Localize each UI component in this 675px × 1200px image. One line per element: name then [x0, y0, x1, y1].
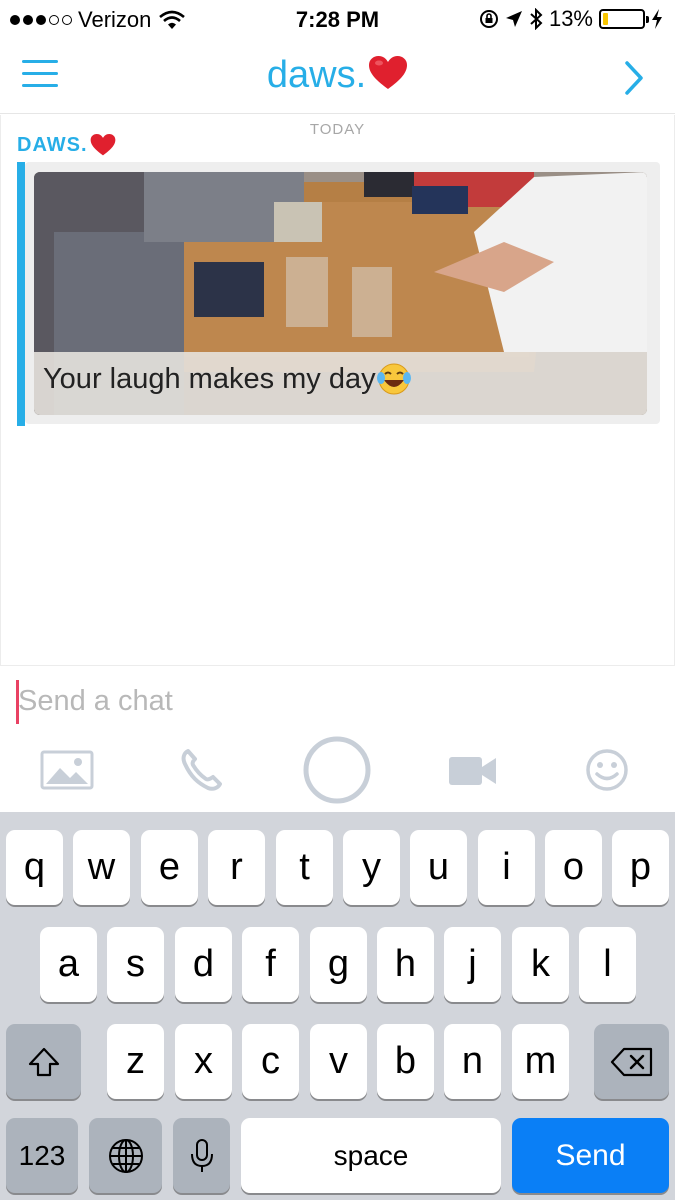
key-h[interactable]: h [377, 927, 434, 1002]
key-u[interactable]: u [410, 830, 467, 905]
shift-key[interactable] [6, 1024, 81, 1099]
key-s[interactable]: s [107, 927, 164, 1002]
key-k[interactable]: k [512, 927, 569, 1002]
message-accent-bar [17, 162, 25, 426]
backspace-icon [610, 1047, 652, 1076]
key-l[interactable]: l [579, 927, 636, 1002]
key-y[interactable]: y [343, 830, 400, 905]
phone-icon[interactable] [180, 748, 224, 792]
key-n[interactable]: n [444, 1024, 501, 1099]
photo-message[interactable]: Your laugh makes my day [25, 162, 660, 424]
battery-level-fill [603, 13, 608, 25]
key-v[interactable]: v [310, 1024, 367, 1099]
key-f[interactable]: f [242, 927, 299, 1002]
chevron-right-icon[interactable] [619, 58, 649, 98]
chat-area[interactable]: TODAY DAWS. Your laugh makes my day [0, 115, 675, 665]
chat-composer [0, 665, 675, 735]
status-right: 13% [479, 6, 663, 32]
rotation-lock-icon [479, 10, 498, 28]
chat-input[interactable] [18, 678, 618, 724]
key-c[interactable]: c [242, 1024, 299, 1099]
battery-icon [599, 9, 649, 29]
message-caption: Your laugh makes my day [43, 362, 412, 396]
key-o[interactable]: o [545, 830, 602, 905]
red-heart-icon [369, 56, 408, 89]
bluetooth-icon [530, 8, 543, 30]
charging-bolt-icon [652, 9, 662, 29]
key-w[interactable]: w [73, 830, 130, 905]
location-arrow-icon [505, 11, 522, 27]
keyboard: q w e r t y u i o p a s d f g h j k l z … [0, 812, 675, 1200]
key-r[interactable]: r [208, 830, 265, 905]
key-p[interactable]: p [612, 830, 669, 905]
key-x[interactable]: x [175, 1024, 232, 1099]
status-bar: Verizon 7:28 PM 13% [0, 0, 675, 40]
chat-header: daws. [0, 40, 675, 114]
numbers-key[interactable]: 123 [6, 1118, 78, 1193]
message-caption-text: Your laugh makes my day [43, 362, 376, 395]
shift-icon [28, 1047, 59, 1076]
tears-of-joy-icon [376, 363, 411, 395]
key-t[interactable]: t [276, 830, 333, 905]
battery-percent: 13% [548, 6, 593, 31]
send-key[interactable]: Send [512, 1118, 669, 1193]
video-camera-icon[interactable] [448, 755, 498, 787]
key-g[interactable]: g [310, 927, 367, 1002]
dictation-key[interactable] [173, 1118, 230, 1193]
globe-icon [108, 1138, 143, 1173]
backspace-key[interactable] [594, 1024, 669, 1099]
globe-key[interactable] [89, 1118, 162, 1193]
chat-title-text: daws. [266, 54, 367, 96]
chat-action-bar [0, 735, 675, 813]
key-a[interactable]: a [40, 927, 97, 1002]
key-e[interactable]: e [141, 830, 198, 905]
circle-shutter-icon[interactable] [302, 735, 372, 805]
sender-name-text: DAWS. [17, 133, 88, 156]
key-m[interactable]: m [512, 1024, 569, 1099]
key-i[interactable]: i [478, 830, 535, 905]
sender-name: DAWS. [17, 133, 116, 157]
key-z[interactable]: z [107, 1024, 164, 1099]
space-key[interactable]: space [241, 1118, 501, 1193]
key-d[interactable]: d [175, 927, 232, 1002]
image-icon[interactable] [40, 750, 94, 790]
microphone-icon [190, 1138, 213, 1172]
key-j[interactable]: j [444, 927, 501, 1002]
red-heart-icon [90, 133, 115, 156]
key-q[interactable]: q [6, 830, 63, 905]
key-b[interactable]: b [377, 1024, 434, 1099]
chat-title: daws. [0, 54, 675, 97]
smiley-icon[interactable] [585, 748, 629, 792]
